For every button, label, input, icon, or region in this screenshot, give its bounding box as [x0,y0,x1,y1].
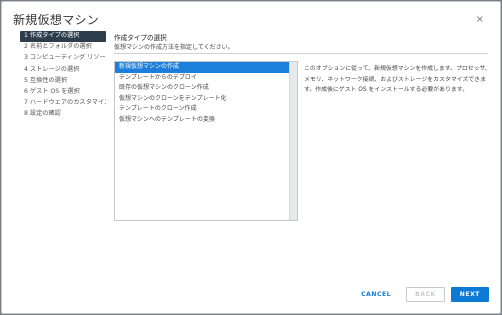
step-select-creation-type[interactable]: 1 作成タイプの選択 [20,31,106,42]
section-subtitle: 仮想マシンの作成方法を指定してください。 [114,44,234,51]
step-customize-hardware[interactable]: 7 ハードウェアのカスタマイズ [20,98,106,109]
list-scrollbar[interactable] [289,62,297,220]
list-item-deploy-from-template[interactable]: テンプレートからのデプロイ [115,73,289,84]
step-compute-resource[interactable]: 3 コンピューティング リソー... [20,53,106,64]
list-item-clone-existing-vm[interactable]: 既存の仮想マシンのクローン作成 [115,83,289,94]
list-item-clone-vm-to-template[interactable]: 仮想マシンのクローンをテンプレート化 [115,94,289,105]
next-button[interactable]: NEXT [450,287,489,302]
step-select-guest-os[interactable]: 6 ゲスト OS を選択 [20,87,106,98]
cancel-button[interactable]: CANCEL [352,287,401,302]
list-item-convert-template-to-vm[interactable]: 仮想マシンへのテンプレートの変換 [115,115,289,126]
dialog-footer: CANCEL BACK NEXT [352,287,489,302]
section-title: 作成タイプの選択 [114,34,167,42]
step-review-settings[interactable]: 8 設定の確認 [20,109,106,120]
creation-type-list[interactable]: 新規仮想マシンの作成 テンプレートからのデプロイ 既存の仮想マシンのクローン作成… [114,61,298,221]
creation-type-description: このオプションに従って、新規仮想マシンを作成します。プロセッサ、メモリ、ネットワ… [304,66,491,93]
close-icon[interactable]: × [476,14,484,25]
back-button[interactable]: BACK [406,287,445,302]
list-item-clone-template[interactable]: テンプレートのクローン作成 [115,104,289,115]
dialog-title: 新規仮想マシン [13,13,100,27]
divider [114,53,488,54]
new-vm-dialog: 新規仮想マシン × 1 作成タイプの選択 2 名前とフォルダの選択 3 コンピュ… [1,1,501,314]
step-name-and-folder[interactable]: 2 名前とフォルダの選択 [20,42,106,53]
wizard-steps: 1 作成タイプの選択 2 名前とフォルダの選択 3 コンピューティング リソー.… [20,31,106,121]
step-select-storage[interactable]: 4 ストレージの選択 [20,65,106,76]
content-header: 作成タイプの選択 仮想マシンの作成方法を指定してください。 [114,32,488,54]
list-item-create-new-vm[interactable]: 新規仮想マシンの作成 [115,62,289,73]
step-select-compatibility[interactable]: 5 互換性の選択 [20,76,106,87]
